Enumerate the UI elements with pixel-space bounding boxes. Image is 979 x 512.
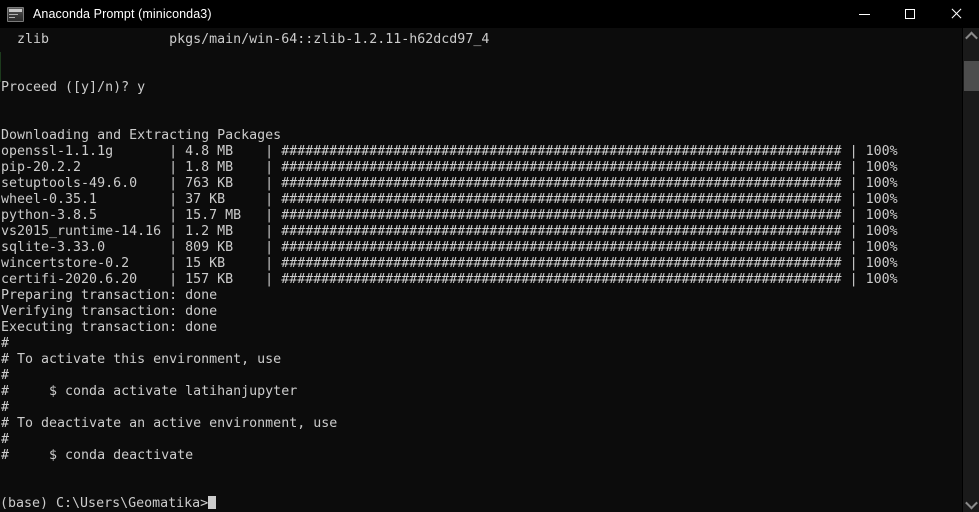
minimize-icon	[858, 14, 870, 15]
vertical-scrollbar[interactable]	[962, 28, 979, 512]
window-controls	[841, 0, 979, 28]
terminal-line: Executing transaction: done	[1, 320, 218, 335]
terminal-line: certifi-2020.6.20 | 157 KB | ###########…	[1, 272, 898, 287]
terminal-line: #	[1, 368, 10, 383]
scrollbar-thumb[interactable]	[964, 60, 979, 91]
minimize-button[interactable]	[841, 0, 887, 28]
terminal-line: Preparing transaction: done	[1, 288, 218, 303]
scroll-down-button[interactable]	[963, 496, 979, 512]
terminal-line: #	[1, 432, 10, 447]
terminal-line: wincertstore-0.2 | 15 KB | #############…	[1, 256, 898, 271]
terminal-line: # $ conda deactivate	[1, 448, 194, 463]
terminal-line: # To deactivate an active environment, u…	[1, 416, 338, 431]
anaconda-prompt-window: Anaconda Prompt (miniconda3) zlib pkgs/m…	[0, 0, 979, 512]
chevron-up-icon	[964, 31, 978, 44]
window-title: Anaconda Prompt (miniconda3)	[33, 7, 212, 21]
terminal-line: pip-20.2.2 | 1.8 MB | ##################…	[1, 160, 898, 175]
terminal-prompt-line: (base) C:\Users\Geomatika>	[0, 496, 962, 512]
terminal-lines: zlib pkgs/main/win-64::zlib-1.2.11-h62dc…	[0, 32, 962, 496]
close-icon	[950, 8, 962, 20]
prompt-text: (base) C:\Users\Geomatika>	[0, 496, 209, 511]
maximize-button[interactable]	[887, 0, 933, 28]
terminal-line: #	[1, 400, 10, 415]
text-cursor	[208, 496, 217, 509]
scroll-up-button[interactable]	[963, 28, 979, 44]
terminal-line: sqlite-3.33.0 | 809 KB | ###############…	[1, 240, 898, 255]
terminal-line: # To activate this environment, use	[1, 352, 282, 367]
terminal-line: Downloading and Extracting Packages	[1, 128, 282, 143]
terminal-line: Proceed ([y]/n)? y	[1, 80, 146, 95]
title-bar[interactable]: Anaconda Prompt (miniconda3)	[0, 0, 979, 28]
terminal-line: zlib pkgs/main/win-64::zlib-1.2.11-h62dc…	[1, 32, 490, 47]
window-body: zlib pkgs/main/win-64::zlib-1.2.11-h62dc…	[0, 28, 979, 512]
terminal-line: # $ conda activate latihanjupyter	[1, 384, 298, 399]
close-button[interactable]	[933, 0, 979, 28]
terminal-line: Verifying transaction: done	[1, 304, 218, 319]
terminal-line: openssl-1.1.1g | 4.8 MB | ##############…	[1, 144, 898, 159]
chevron-down-icon	[964, 496, 978, 509]
maximize-icon	[905, 9, 915, 19]
terminal-line: wheel-0.35.1 | 37 KB | #################…	[1, 192, 898, 207]
console-icon	[7, 6, 24, 22]
terminal-line: python-3.8.5 | 15.7 MB | ###############…	[1, 208, 898, 223]
terminal-line: setuptools-49.6.0 | 763 KB | ###########…	[1, 176, 898, 191]
terminal-line: vs2015_runtime-14.16 | 1.2 MB | ########…	[1, 224, 898, 239]
terminal-output[interactable]: zlib pkgs/main/win-64::zlib-1.2.11-h62dc…	[0, 28, 962, 512]
scrollbar-track[interactable]	[963, 44, 979, 496]
terminal-line: #	[1, 336, 10, 351]
title-bar-left: Anaconda Prompt (miniconda3)	[0, 6, 841, 22]
